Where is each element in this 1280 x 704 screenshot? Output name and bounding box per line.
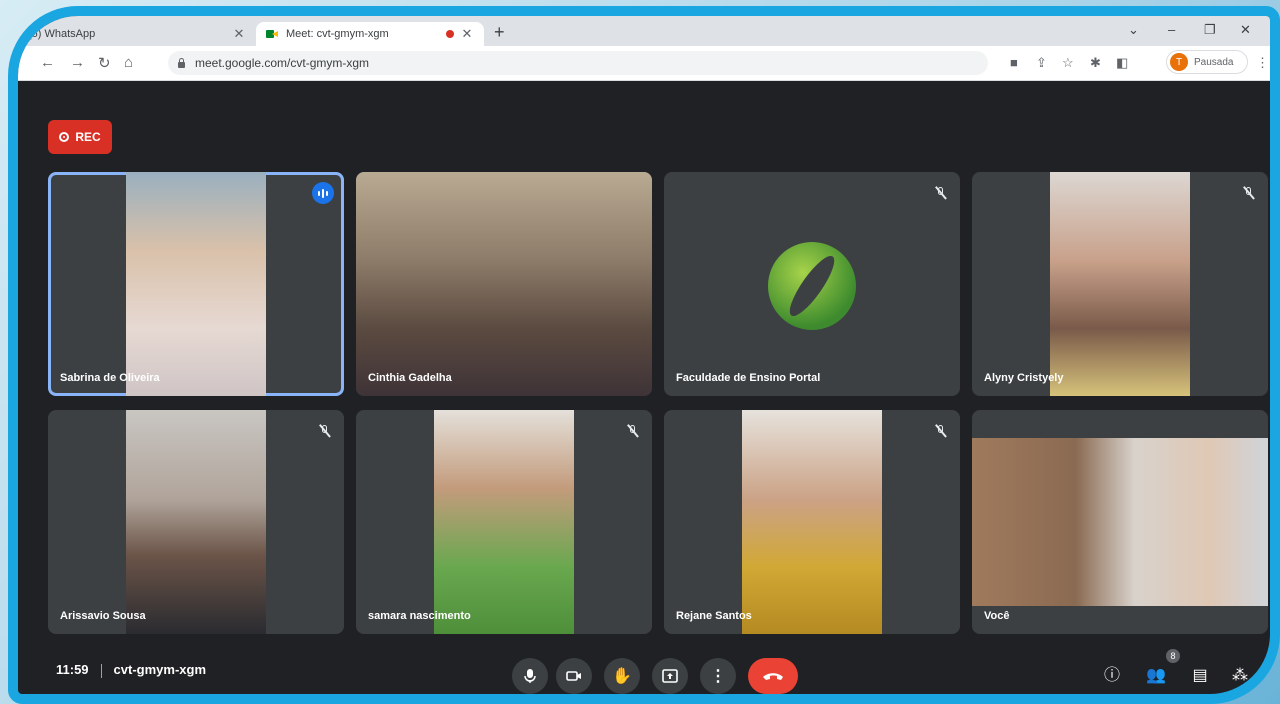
close-icon[interactable]: ✕ bbox=[232, 26, 246, 42]
video-feed bbox=[742, 410, 882, 634]
camera-button[interactable] bbox=[556, 658, 592, 694]
mic-off-icon bbox=[626, 424, 640, 438]
microphone-icon bbox=[524, 669, 536, 683]
participant-tile[interactable]: Cinthia Gadelha bbox=[356, 172, 652, 396]
rec-label: REC bbox=[75, 130, 101, 144]
address-bar[interactable]: meet.google.com/cvt-gmym-xgm bbox=[168, 51, 988, 75]
present-button[interactable] bbox=[652, 658, 688, 694]
activities-button[interactable]: ⁂ bbox=[1228, 664, 1252, 688]
close-window-button[interactable]: ✕ bbox=[1240, 22, 1251, 38]
participant-name: Você bbox=[984, 610, 1010, 622]
meeting-info: 11:59 cvt-gmym-xgm bbox=[56, 662, 206, 678]
leave-call-button[interactable] bbox=[748, 658, 798, 694]
microphone-button[interactable] bbox=[512, 658, 548, 694]
mic-off-icon bbox=[1242, 186, 1256, 200]
participant-name: Sabrina de Oliveira bbox=[60, 372, 160, 384]
chat-button[interactable]: ▤ bbox=[1188, 664, 1212, 688]
camera-in-use-icon[interactable]: ■ bbox=[1010, 55, 1018, 70]
recording-dot-icon bbox=[446, 30, 454, 38]
participant-tile[interactable]: Faculdade de Ensino Portal bbox=[664, 172, 960, 396]
forward-icon[interactable]: → bbox=[70, 54, 85, 71]
reload-icon[interactable]: ↻ bbox=[98, 54, 111, 72]
participant-tile[interactable]: Arissavio Sousa bbox=[48, 410, 344, 634]
meet-favicon-icon bbox=[266, 29, 280, 39]
minimize-button[interactable]: – bbox=[1168, 22, 1175, 37]
more-vert-icon: ⋮ bbox=[710, 668, 726, 685]
camera-icon bbox=[566, 671, 581, 681]
info-icon: ⓘ bbox=[1103, 667, 1120, 684]
people-icon: 👥 bbox=[1146, 667, 1166, 684]
meeting-details-button[interactable]: ⓘ bbox=[1100, 664, 1124, 688]
mic-off-icon bbox=[318, 424, 332, 438]
video-feed bbox=[972, 438, 1268, 606]
institution-logo bbox=[768, 242, 856, 330]
video-feed bbox=[1050, 172, 1190, 396]
participant-tile[interactable]: samara nascimento bbox=[356, 410, 652, 634]
video-feed bbox=[434, 410, 574, 634]
url-text: meet.google.com/cvt-gmym-xgm bbox=[195, 56, 370, 70]
tab-meet-label: Meet: cvt-gmym-xgm bbox=[286, 28, 389, 40]
record-icon bbox=[59, 132, 70, 142]
chat-icon: ▤ bbox=[1192, 667, 1208, 684]
present-screen-icon bbox=[662, 669, 678, 683]
tab-strip: (6) WhatsApp ✕ Meet: cvt-gmym-xgm ✕ + ⌄ … bbox=[18, 16, 1270, 46]
home-icon[interactable]: ⌂ bbox=[124, 54, 133, 71]
people-button[interactable]: 👥 bbox=[1144, 664, 1168, 688]
participant-name: Cinthia Gadelha bbox=[368, 372, 452, 384]
back-icon[interactable]: ← bbox=[40, 54, 55, 71]
share-icon[interactable]: ⇪ bbox=[1036, 55, 1047, 71]
video-feed bbox=[126, 172, 266, 396]
participant-name: samara nascimento bbox=[368, 610, 471, 622]
self-view-tile[interactable]: Você bbox=[972, 410, 1268, 634]
participant-name: Arissavio Sousa bbox=[60, 610, 146, 622]
meeting-code: cvt-gmym-xgm bbox=[113, 662, 207, 677]
participant-tile[interactable]: Alyny Cristyely bbox=[972, 172, 1268, 396]
bookmark-star-icon[interactable]: ☆ bbox=[1062, 55, 1074, 71]
participant-tile[interactable]: Sabrina de Oliveira bbox=[48, 172, 344, 396]
close-icon[interactable]: ✕ bbox=[460, 26, 474, 42]
video-feed bbox=[356, 172, 652, 396]
mic-off-icon bbox=[934, 186, 948, 200]
screenshot-frame: (6) WhatsApp ✕ Meet: cvt-gmym-xgm ✕ + ⌄ … bbox=[8, 6, 1280, 704]
extensions-icon[interactable]: ✱ bbox=[1090, 55, 1101, 71]
restore-button[interactable]: ❐ bbox=[1204, 22, 1216, 38]
menu-icon[interactable]: ⋮ bbox=[1256, 55, 1269, 71]
mic-off-icon bbox=[934, 424, 948, 438]
tab-whatsapp-label: (6) WhatsApp bbox=[28, 28, 96, 40]
hand-icon: ✋ bbox=[612, 668, 632, 685]
lock-icon bbox=[178, 58, 185, 68]
clock-time: 11:59 bbox=[56, 662, 89, 677]
participant-name: Rejane Santos bbox=[676, 610, 752, 622]
participant-count-badge: 8 bbox=[1166, 649, 1180, 663]
recording-badge: REC bbox=[48, 120, 112, 154]
tab-search-icon[interactable]: ⌄ bbox=[1128, 22, 1139, 38]
tab-whatsapp[interactable]: (6) WhatsApp ✕ bbox=[18, 22, 256, 46]
sync-status: Pausada bbox=[1194, 56, 1234, 68]
hang-up-icon bbox=[763, 673, 783, 680]
profile-chip[interactable]: T Pausada bbox=[1166, 50, 1248, 74]
avatar: T bbox=[1170, 53, 1188, 71]
participant-tile[interactable]: Rejane Santos bbox=[664, 410, 960, 634]
raise-hand-button[interactable]: ✋ bbox=[604, 658, 640, 694]
participant-name: Alyny Cristyely bbox=[984, 372, 1064, 384]
tab-meet[interactable]: Meet: cvt-gmym-xgm ✕ bbox=[256, 22, 484, 46]
more-options-button[interactable]: ⋮ bbox=[700, 658, 736, 694]
new-tab-button[interactable]: + bbox=[494, 22, 505, 43]
speaking-indicator-icon bbox=[312, 182, 334, 204]
activities-icon: ⁂ bbox=[1232, 667, 1248, 684]
participant-name: Faculdade de Ensino Portal bbox=[676, 372, 821, 384]
toolbar: ← → ↻ ⌂ meet.google.com/cvt-gmym-xgm ■ ⇪… bbox=[18, 46, 1270, 81]
divider bbox=[100, 663, 102, 678]
video-feed bbox=[126, 410, 266, 634]
side-panel-icon[interactable]: ◧ bbox=[1116, 55, 1128, 71]
